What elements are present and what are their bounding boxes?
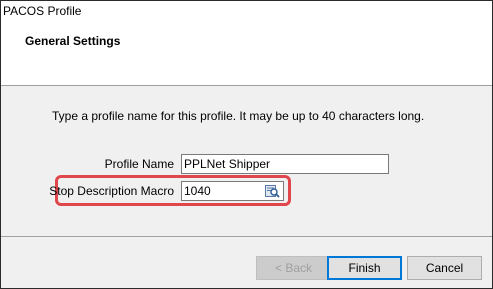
macro-editor-icon[interactable] bbox=[265, 184, 280, 198]
back-button[interactable]: < Back bbox=[256, 256, 331, 280]
profile-name-input[interactable] bbox=[181, 154, 389, 174]
dialog-header: PACOS Profile General Settings bbox=[1, 1, 492, 86]
section-title: General Settings bbox=[25, 34, 121, 48]
finish-button[interactable]: Finish bbox=[327, 256, 402, 280]
footer-divider bbox=[1, 236, 492, 237]
profile-name-label: Profile Name bbox=[104, 157, 174, 171]
instructions-text: Type a profile name for this profile. It… bbox=[52, 109, 425, 123]
stop-description-macro-label: Stop Description Macro bbox=[49, 184, 174, 198]
window-title: PACOS Profile bbox=[3, 4, 82, 18]
cancel-button[interactable]: Cancel bbox=[407, 256, 482, 280]
dialog-window: PACOS Profile General Settings Type a pr… bbox=[0, 0, 493, 289]
